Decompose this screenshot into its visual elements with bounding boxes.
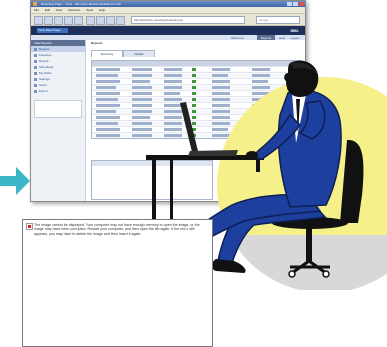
back-icon[interactable] bbox=[34, 16, 43, 25]
menu-bar: File Edit View Favorites Tools Help bbox=[31, 7, 305, 14]
app-header: Tivoli Base Page IBM. bbox=[31, 26, 305, 35]
menu-edit[interactable]: Edit bbox=[45, 8, 50, 12]
maximize-icon[interactable] bbox=[293, 2, 298, 6]
browser-titlebar: Reporting Page – Tivoli · Tab of the Med… bbox=[31, 1, 305, 7]
nav-item-export[interactable]: Export bbox=[31, 88, 85, 94]
shoe bbox=[211, 259, 246, 273]
broken-image-icon bbox=[26, 223, 33, 230]
laptop-base bbox=[188, 150, 238, 156]
browser-title: Reporting Page – Tivoli · Tab of the Med… bbox=[41, 2, 121, 6]
history-icon[interactable] bbox=[106, 16, 115, 25]
nav-portlet bbox=[34, 100, 82, 118]
desk-leg bbox=[256, 160, 260, 172]
menu-favorites[interactable]: Favorites bbox=[68, 8, 80, 12]
arrow-right-icon bbox=[0, 167, 30, 195]
left-nav: View Reports Reports Favorites Recent Sc… bbox=[31, 40, 86, 201]
menu-view[interactable]: View bbox=[56, 8, 62, 12]
browser-app-icon bbox=[33, 2, 37, 6]
home-icon[interactable] bbox=[74, 16, 83, 25]
refresh-icon[interactable] bbox=[64, 16, 73, 25]
stop-icon[interactable] bbox=[54, 16, 63, 25]
menu-tools[interactable]: Tools bbox=[86, 8, 93, 12]
favorites-icon[interactable] bbox=[96, 16, 105, 25]
print-icon[interactable] bbox=[116, 16, 125, 25]
page-title: Reports bbox=[91, 41, 103, 45]
close-icon[interactable] bbox=[299, 2, 304, 6]
laptop-screen bbox=[180, 102, 198, 152]
broken-image-message: The image cannot be displayed. Your comp… bbox=[34, 223, 200, 236]
search-icon[interactable] bbox=[86, 16, 95, 25]
tab-summary[interactable]: Summary bbox=[91, 50, 123, 57]
ibm-logo: IBM. bbox=[290, 28, 299, 33]
menu-help[interactable]: Help bbox=[99, 8, 105, 12]
broken-image-placeholder: The image cannot be displayed. Your comp… bbox=[22, 219, 213, 347]
search-input[interactable]: Google bbox=[256, 16, 300, 24]
minimize-icon[interactable] bbox=[287, 2, 292, 6]
menu-file[interactable]: File bbox=[34, 8, 39, 12]
slide-scene: Reporting Page – Tivoli · Tab of the Med… bbox=[0, 0, 387, 347]
browser-toolbar: http://tivoli.ibm.com/reports/index.jsp … bbox=[31, 14, 305, 26]
app-logo: Tivoli Base Page bbox=[37, 28, 68, 33]
forward-icon[interactable] bbox=[44, 16, 53, 25]
address-bar[interactable]: http://tivoli.ibm.com/reports/index.jsp bbox=[131, 16, 245, 24]
